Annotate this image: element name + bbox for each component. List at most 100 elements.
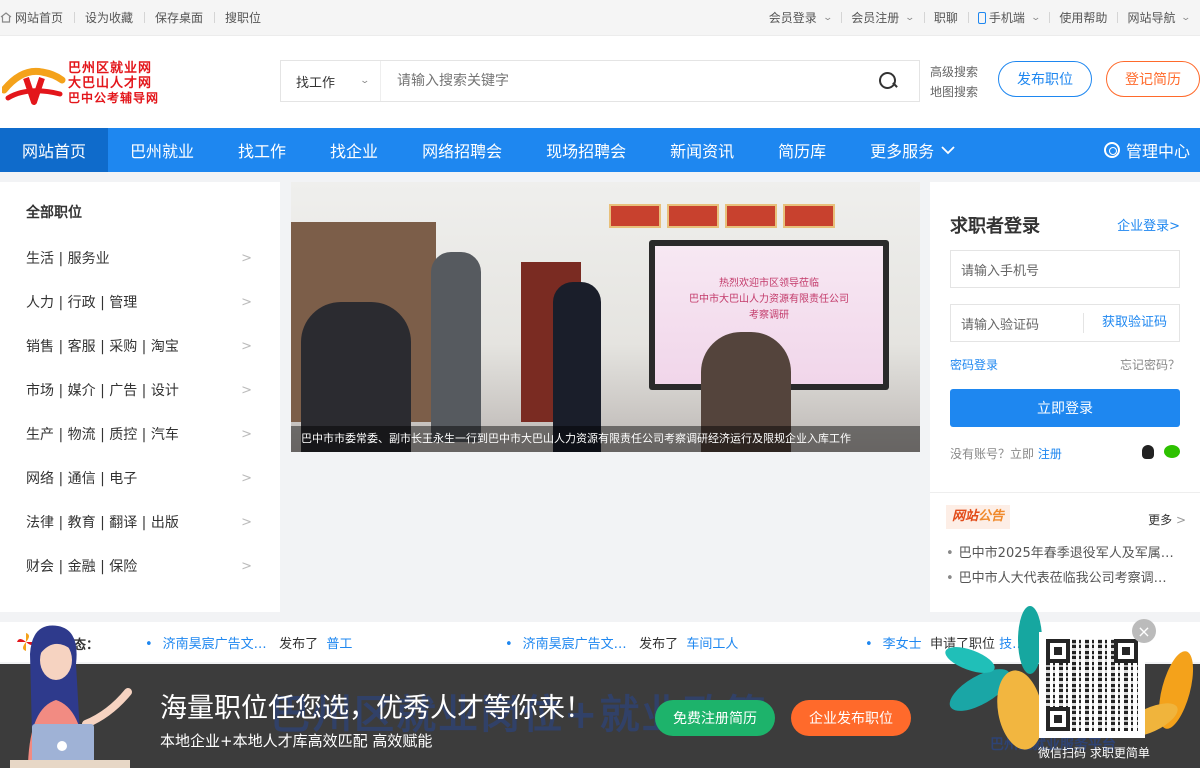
map-search-link[interactable]: 地图搜索 (930, 82, 978, 102)
nav-item-news[interactable]: 新闻资讯 (648, 128, 756, 172)
top-link-home[interactable]: 网站首页 (0, 9, 74, 26)
management-center-label: 管理中心 (1125, 142, 1190, 161)
top-link-save-desktop[interactable]: 保存桌面 (144, 9, 214, 26)
category-label: 财会 | 金融 | 保险 (26, 559, 138, 575)
chevron-right-icon: > (1175, 513, 1186, 527)
category-label: 法律 | 教育 | 翻译 | 出版 (26, 515, 179, 531)
free-register-resume-button[interactable]: 免费注册简历 (655, 700, 775, 736)
chevron-right-icon: > (241, 558, 252, 574)
site-logo[interactable]: 巴州区就业网 大巴山人才网 巴中公考辅导网 (0, 58, 159, 108)
promo-subtitle: 本地企业+本地人才库高效匹配 高效赋能 (160, 732, 433, 750)
wechat-qr-code (1039, 632, 1145, 738)
category-item[interactable]: 生产 | 物流 | 质控 | 汽车 > (26, 424, 252, 444)
logo-icon (0, 58, 66, 108)
member-login-menu[interactable]: 会员登录 ⌄ (759, 9, 842, 26)
chevron-down-icon: ⌄ (359, 76, 371, 86)
register-resume-button[interactable]: 登记简历 (1106, 61, 1200, 97)
gear-icon (1103, 142, 1120, 158)
chevron-right-icon: > (241, 250, 252, 266)
wechat-icon[interactable] (1164, 445, 1180, 458)
enterprise-login-link[interactable]: 企业登录> (1117, 215, 1180, 234)
top-link-search-jobs[interactable]: 搜职位 (214, 9, 272, 26)
phone-input[interactable]: 请输入手机号 (950, 250, 1180, 288)
notice-tag-a: 网站 (952, 509, 979, 524)
forgot-password-link[interactable]: 忘记密码？ (1120, 356, 1180, 373)
login-submit-button[interactable]: 立即登录 (950, 389, 1180, 427)
nav-item-resumes[interactable]: 简历库 (756, 128, 848, 172)
no-account-text: 没有账号？立即 (950, 447, 1035, 461)
search-links: 高级搜索 地图搜索 (930, 62, 978, 102)
notice-more-link[interactable]: 更多 > (1148, 511, 1186, 528)
top-link-home-label: 网站首页 (15, 11, 64, 25)
qr-caption: 微信扫码 求职更简单 (1038, 746, 1150, 760)
nav-item-find-job[interactable]: 找工作 (216, 128, 308, 172)
search-icon (879, 72, 897, 90)
chevron-down-icon: ⌄ (822, 12, 833, 23)
company-post-job-button[interactable]: 企业发布职位 (791, 700, 911, 736)
category-item[interactable]: 市场 | 媒介 | 广告 | 设计 > (26, 380, 252, 400)
category-item[interactable]: 人力 | 行政 | 管理 > (26, 292, 252, 312)
notice-item[interactable]: 巴中市人大代表莅临我公司考察调… (946, 567, 1186, 586)
help-link[interactable]: 使用帮助 (1049, 9, 1117, 26)
dynamics-person[interactable]: 李女士 (883, 637, 922, 652)
more-label: 更多 (1148, 513, 1173, 527)
code-input[interactable]: 请输入验证码 获取验证码 (950, 304, 1180, 342)
close-button[interactable]: × (1132, 619, 1156, 643)
news-banner[interactable]: 热烈欢迎市区领导莅临 巴中市大巴山人力资源有限责任公司 考察调研 巴中市市委常委… (291, 182, 920, 452)
nav-item-onsite-fair[interactable]: 现场招聘会 (524, 128, 648, 172)
promo-headline: 海量职位任您选，优秀人才等你来！ (160, 693, 592, 724)
category-all[interactable]: 全部职位 (26, 202, 82, 222)
top-bar: 网站首页 设为收藏 保存桌面 搜职位 会员登录 ⌄ 会员注册 ⌄ 职聊 手机端 ⌄ 使… (0, 0, 1200, 36)
header: 巴州区就业网 大巴山人才网 巴中公考辅导网 找工作 ⌄ 高级搜索 地图搜索 发布… (0, 36, 1200, 128)
post-job-button[interactable]: 发布职位 (998, 61, 1092, 97)
dynamics-job[interactable]: 车间工人 (686, 637, 738, 652)
nav-item-home[interactable]: 网站首页 (0, 128, 109, 172)
chevron-down-icon: ⌄ (904, 12, 916, 23)
code-input-placeholder: 请输入验证码 (961, 317, 1040, 333)
site-nav-menu[interactable]: 网站导航 ⌄ (1117, 9, 1200, 26)
register-link[interactable]: 注册 (1038, 447, 1062, 461)
home-icon (0, 12, 12, 23)
get-code-button[interactable]: 获取验证码 (1082, 313, 1179, 333)
nav-item-more-services[interactable]: 更多服务 (848, 128, 978, 172)
mobile-menu[interactable]: 手机端 ⌄ (967, 9, 1050, 26)
notice-item[interactable]: 巴中市2025年春季退役军人及军属… (946, 542, 1186, 561)
search-input[interactable] (381, 61, 857, 101)
top-link-favorite[interactable]: 设为收藏 (74, 9, 144, 26)
category-label: 销售 | 客服 | 采购 | 淘宝 (26, 339, 179, 355)
chevron-right-icon: > (241, 338, 252, 354)
management-center-link[interactable]: 管理中心 (1103, 128, 1190, 172)
logo-line-2: 大巴山人才网 (68, 75, 153, 91)
dynamics-item[interactable]: • 济南昊宸广告文… 发布了 普工 (145, 633, 352, 652)
dynamics-verb: 发布了 (639, 637, 679, 652)
qq-icon[interactable] (1142, 445, 1154, 459)
close-icon: × (1137, 621, 1151, 641)
category-label: 市场 | 媒介 | 广告 | 设计 (26, 383, 179, 399)
top-bar-right: 会员登录 ⌄ 会员注册 ⌄ 职聊 手机端 ⌄ 使用帮助 网站导航 ⌄ (759, 9, 1200, 26)
logo-line-3: 巴中公考辅导网 (68, 90, 160, 105)
more-services-label: 更多服务 (870, 142, 935, 161)
nav-item-bazhou-employment[interactable]: 巴州就业 (108, 128, 216, 172)
category-item[interactable]: 生活 | 服务业 > (26, 248, 252, 268)
category-item[interactable]: 销售 | 客服 | 采购 | 淘宝 > (26, 336, 252, 356)
logo-text: 巴州区就业网 大巴山人才网 巴中公考辅导网 (68, 61, 159, 106)
search-type-select[interactable]: 找工作 ⌄ (281, 61, 381, 101)
dynamics-job[interactable]: 普工 (326, 637, 352, 652)
mobile-label: 手机端 (988, 11, 1025, 25)
search-button[interactable] (857, 61, 919, 101)
dynamics-company[interactable]: 济南昊宸广告文… (163, 637, 267, 652)
dynamics-company[interactable]: 济南昊宸广告文… (523, 637, 627, 652)
category-label: 生活 | 服务业 (26, 251, 110, 267)
category-item[interactable]: 网络 | 通信 | 电子 > (26, 468, 252, 488)
job-chat-link[interactable]: 职聊 (923, 9, 968, 26)
nav-item-find-company[interactable]: 找企业 (308, 128, 400, 172)
password-login-link[interactable]: 密码登录 (950, 356, 998, 373)
nav-item-online-fair[interactable]: 网络招聘会 (400, 128, 524, 172)
category-item[interactable]: 法律 | 教育 | 翻译 | 出版 > (26, 512, 252, 532)
category-panel: 全部职位 生活 | 服务业 > 人力 | 行政 | 管理 > 销售 | 客服 | 采… (0, 182, 280, 612)
dynamics-item[interactable]: • 济南昊宸广告文… 发布了 车间工人 (505, 633, 738, 652)
member-register-menu[interactable]: 会员注册 ⌄ (841, 9, 924, 26)
woman-illustration (10, 625, 132, 768)
category-item[interactable]: 财会 | 金融 | 保险 > (26, 556, 252, 576)
advanced-search-link[interactable]: 高级搜索 (930, 62, 978, 82)
